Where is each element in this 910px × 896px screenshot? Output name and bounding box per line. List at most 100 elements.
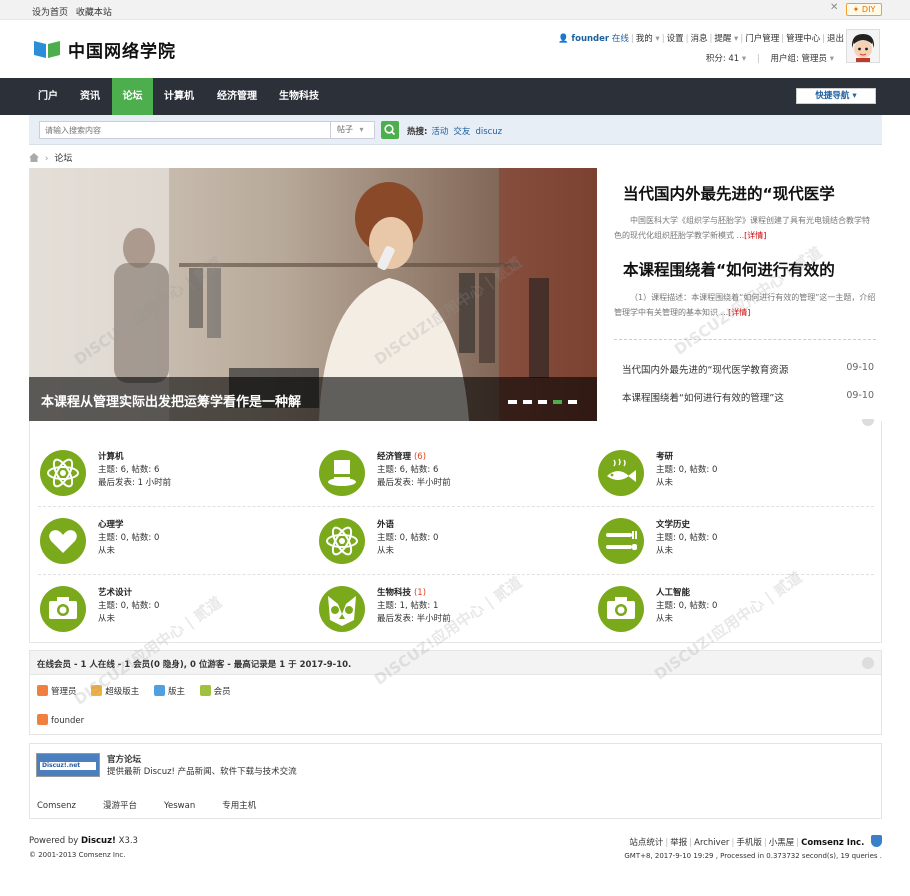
- footer-link-report[interactable]: 举报: [670, 838, 687, 848]
- article-more-link[interactable]: [详情]: [728, 308, 750, 317]
- expand-collapse-icon[interactable]: ✕: [830, 3, 840, 13]
- forum-item[interactable]: 心理学 主题: 0, 帖数: 0 从未: [40, 518, 310, 578]
- forum-name-text[interactable]: 外语: [377, 520, 394, 530]
- menu-messages[interactable]: 消息: [690, 34, 707, 44]
- forum-item[interactable]: 经济管理 (6) 主题: 6, 帖数: 6 最后发表: 半小时前: [319, 450, 589, 510]
- footer-link-blackroom[interactable]: 小黑屋: [769, 838, 795, 848]
- online-title[interactable]: 在线会员 - 1 人在线 - 1 会员(0 隐身), 0 位游客 - 最高记录是…: [37, 658, 351, 670]
- camera-icon[interactable]: [598, 586, 644, 632]
- hot-word-activity[interactable]: 活动: [431, 127, 448, 137]
- site-name[interactable]: 中国网络学院: [68, 37, 176, 62]
- bookmark-link[interactable]: 收藏本站: [76, 8, 112, 18]
- article-title[interactable]: 当代国内外最先进的“现代医学: [623, 182, 882, 204]
- camera-icon[interactable]: [40, 586, 86, 632]
- powered-brand[interactable]: Discuz!: [81, 836, 116, 846]
- atom-icon[interactable]: [319, 518, 365, 564]
- user-name[interactable]: founder: [571, 34, 609, 44]
- forum-name[interactable]: 外语: [377, 518, 394, 530]
- search-type-select[interactable]: 帖子 ▾: [331, 121, 375, 139]
- menu-settings[interactable]: 设置: [667, 34, 684, 44]
- set-home-link[interactable]: 设为首页: [32, 8, 68, 18]
- hot-word-discuz[interactable]: discuz: [475, 127, 502, 137]
- article-more-link[interactable]: [详情]: [744, 231, 766, 240]
- forum-name[interactable]: 人工智能: [656, 586, 690, 598]
- forum-name[interactable]: 心理学: [98, 518, 124, 530]
- forum-name-text[interactable]: 计算机: [98, 452, 124, 462]
- collapse-toggle[interactable]: [862, 657, 874, 669]
- group-label[interactable]: 用户组: 管理员: [770, 54, 827, 64]
- slide-dot[interactable]: [508, 400, 517, 404]
- forum-name-text[interactable]: 经济管理: [377, 452, 411, 462]
- footer-link-mobile[interactable]: 手机版: [736, 838, 762, 848]
- forum-item[interactable]: 人工智能 主题: 0, 帖数: 0 从未: [598, 586, 868, 646]
- featured-slider[interactable]: 本课程从管理实际出发把运筹学看作是一种解: [29, 168, 597, 421]
- footer-link-stats[interactable]: 站点统计: [629, 838, 663, 848]
- search-input[interactable]: [39, 121, 331, 139]
- slide-dot[interactable]: [523, 400, 532, 404]
- list-item[interactable]: 本课程围绕着“如何进行有效的管理”这 09-10: [622, 390, 874, 404]
- hot-word-friends[interactable]: 交友: [453, 127, 470, 137]
- nav-forum[interactable]: 论坛: [112, 78, 153, 115]
- link-comsenz[interactable]: Comsenz: [37, 801, 76, 811]
- nav-economics[interactable]: 经济管理: [208, 78, 266, 115]
- forum-name-text[interactable]: 考研: [656, 452, 673, 462]
- forum-name[interactable]: 生物科技 (1): [377, 586, 426, 598]
- list-item[interactable]: 当代国内外最先进的“现代医学教育资源 09-10: [622, 362, 874, 376]
- forum-name[interactable]: 经济管理 (6): [377, 450, 426, 462]
- menu-admin-center[interactable]: 管理中心: [786, 34, 820, 44]
- home-icon[interactable]: [29, 153, 39, 162]
- forum-name[interactable]: 艺术设计: [98, 586, 132, 598]
- article-title[interactable]: 本课程围绕着“如何进行有效的: [623, 258, 882, 280]
- forum-item[interactable]: 计算机 主题: 6, 帖数: 6 最后发表: 1 小时前: [40, 450, 310, 510]
- forum-last-post[interactable]: 最后发表: 半小时前: [377, 476, 451, 488]
- diy-button[interactable]: ✦ DIY: [846, 3, 882, 16]
- forum-item[interactable]: 外语 主题: 0, 帖数: 0 从未: [319, 518, 589, 578]
- slide-caption-text[interactable]: 本课程从管理实际出发把运筹学看作是一种解: [41, 391, 301, 410]
- search-button[interactable]: [381, 121, 399, 139]
- collapse-toggle[interactable]: [862, 419, 874, 426]
- heart-icon[interactable]: [40, 518, 86, 564]
- breadcrumb-current[interactable]: 论坛: [54, 154, 72, 164]
- forum-name-text[interactable]: 文学历史: [656, 520, 690, 530]
- forum-item[interactable]: 艺术设计 主题: 0, 帖数: 0 从未: [40, 586, 310, 646]
- footer-link-archiver[interactable]: Archiver: [694, 838, 729, 848]
- fish-icon[interactable]: [598, 450, 644, 496]
- link-yeswan[interactable]: Yeswan: [164, 801, 195, 811]
- forum-name-text[interactable]: 艺术设计: [98, 588, 132, 598]
- forum-name[interactable]: 计算机: [98, 450, 124, 462]
- footer-company[interactable]: Comsenz Inc.: [801, 838, 864, 848]
- forum-name-text[interactable]: 人工智能: [656, 588, 690, 598]
- forum-name[interactable]: 考研: [656, 450, 673, 462]
- nav-news[interactable]: 资讯: [70, 78, 110, 115]
- menu-logout[interactable]: 退出: [827, 34, 844, 44]
- nav-computer[interactable]: 计算机: [156, 78, 202, 115]
- avatar[interactable]: [846, 29, 880, 63]
- forum-item[interactable]: 文学历史 主题: 0, 帖数: 0 从未: [598, 518, 868, 578]
- menu-notices[interactable]: 提醒: [714, 34, 731, 44]
- cutlery-icon[interactable]: [598, 518, 644, 564]
- forum-name[interactable]: 文学历史: [656, 518, 690, 530]
- forum-name-text[interactable]: 心理学: [98, 520, 124, 530]
- online-user-name[interactable]: founder: [51, 716, 84, 726]
- atom-icon[interactable]: [40, 450, 86, 496]
- forum-last-post[interactable]: 最后发表: 1 小时前: [98, 476, 171, 488]
- forum-last-post[interactable]: 最后发表: 半小时前: [377, 612, 451, 624]
- slide-dot-active[interactable]: [553, 400, 562, 404]
- menu-portal-admin[interactable]: 门户管理: [745, 34, 779, 44]
- nav-biotech[interactable]: 生物科技: [270, 78, 328, 115]
- owl-icon[interactable]: [319, 586, 365, 632]
- online-user[interactable]: founder: [37, 714, 84, 726]
- nav-portal[interactable]: 门户: [29, 78, 67, 115]
- forum-name-text[interactable]: 生物科技: [377, 588, 411, 598]
- list-item-title[interactable]: 当代国内外最先进的“现代医学教育资源: [622, 365, 788, 376]
- discuz-logo[interactable]: Discuz!.net: [36, 753, 100, 777]
- slide-dot[interactable]: [568, 400, 577, 404]
- link-title[interactable]: 官方论坛: [107, 753, 141, 765]
- forum-item[interactable]: 考研 主题: 0, 帖数: 0 从未: [598, 450, 868, 510]
- points-label[interactable]: 积分: 41: [706, 54, 739, 64]
- list-item-title[interactable]: 本课程围绕着“如何进行有效的管理”这: [622, 393, 784, 404]
- link-manyou[interactable]: 漫游平台: [103, 801, 137, 811]
- menu-my[interactable]: 我的: [636, 34, 653, 44]
- link-hosting[interactable]: 专用主机: [222, 801, 256, 811]
- slide-dot[interactable]: [538, 400, 547, 404]
